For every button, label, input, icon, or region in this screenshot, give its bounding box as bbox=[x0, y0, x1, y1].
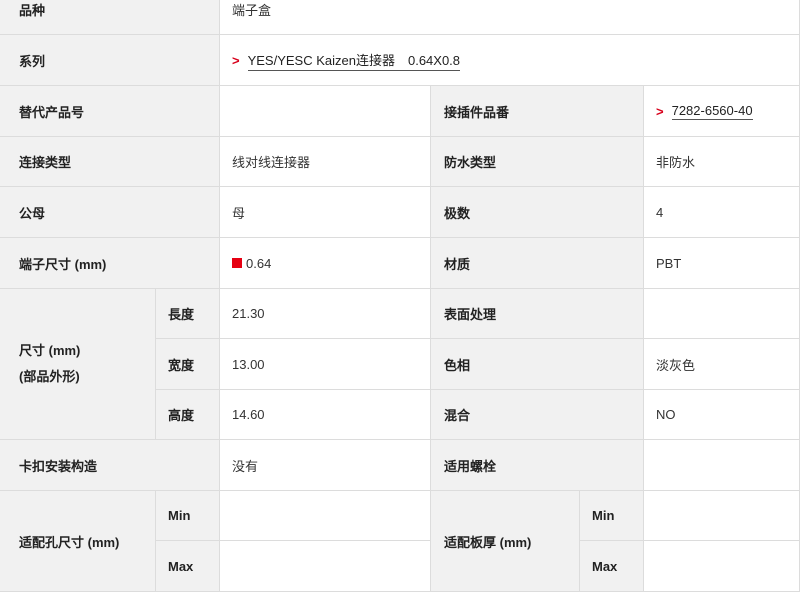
material-value-text: PBT bbox=[656, 255, 682, 271]
material-value: PBT bbox=[644, 238, 800, 289]
poles-value-text: 4 bbox=[656, 204, 664, 220]
gender-label-text: 公母 bbox=[19, 205, 46, 221]
width-label-text: 宽度 bbox=[168, 357, 195, 373]
plate-min-label-text: Min bbox=[592, 508, 615, 523]
product-type-value: 端子盒 bbox=[220, 0, 800, 35]
surface-treatment-label: 表面处理 bbox=[431, 289, 644, 339]
mixing-value-text: NO bbox=[656, 407, 676, 422]
hole-max-value bbox=[220, 541, 431, 592]
waterproof-label-text: 防水类型 bbox=[444, 155, 497, 170]
plate-max-label-text: Max bbox=[592, 558, 618, 574]
mixing-label: 混合 bbox=[431, 390, 644, 440]
product-type-value-text: 端子盒 bbox=[232, 3, 272, 18]
applicable-bolt-value bbox=[644, 440, 800, 491]
hole-size-label-text: 适配孔尺寸 (mm) bbox=[19, 534, 120, 550]
hole-min-label-text: Min bbox=[168, 508, 191, 523]
plate-max-value bbox=[644, 541, 800, 592]
gender-label: 公母 bbox=[0, 187, 220, 238]
alt-part-label: 替代产品号 bbox=[0, 86, 220, 137]
height-label: 高度 bbox=[156, 390, 220, 440]
waterproof-value: 非防水 bbox=[644, 137, 800, 187]
applicable-bolt-label-text: 适用螺栓 bbox=[444, 458, 497, 474]
gender-value-text: 母 bbox=[232, 205, 246, 221]
color-label: 色相 bbox=[431, 339, 644, 390]
waterproof-label: 防水类型 bbox=[431, 137, 644, 187]
surface-treatment-value bbox=[644, 289, 800, 339]
mating-part-link[interactable]: 7282-6560-40 bbox=[671, 103, 753, 120]
terminal-size-label-text: 端子尺寸 (mm) bbox=[19, 256, 107, 272]
dimensions-label-line1: 尺寸 (mm) bbox=[19, 343, 81, 358]
terminal-size-label: 端子尺寸 (mm) bbox=[0, 238, 220, 289]
height-label-text: 高度 bbox=[168, 408, 195, 423]
material-label-text: 材质 bbox=[444, 256, 471, 272]
mixing-label-text: 混合 bbox=[444, 408, 471, 423]
series-link[interactable]: YES/YESC Kaizen连接器 0.64X0.8 bbox=[247, 50, 461, 71]
terminal-size-value: 0.64 bbox=[220, 238, 431, 289]
height-value-text: 14.60 bbox=[232, 407, 265, 422]
mating-part-label-text: 接插件品番 bbox=[444, 104, 510, 120]
clip-mount-label-text: 卡扣安装构造 bbox=[19, 458, 98, 474]
plate-thickness-label-text: 适配板厚 (mm) bbox=[444, 534, 532, 550]
connection-type-label: 连接类型 bbox=[0, 137, 220, 187]
hole-max-label: Max bbox=[156, 541, 220, 592]
length-label-text: 長度 bbox=[168, 307, 195, 322]
width-value: 13.00 bbox=[220, 339, 431, 390]
surface-treatment-label-text: 表面处理 bbox=[444, 307, 497, 322]
product-type-label: 品种 bbox=[0, 0, 220, 35]
plate-min-label: Min bbox=[580, 491, 644, 541]
mating-part-value: > 7282-6560-40 bbox=[644, 86, 800, 137]
dimensions-label: 尺寸 (mm) (部品外形) bbox=[0, 289, 156, 440]
length-value-text: 21.30 bbox=[232, 306, 265, 321]
dimensions-label-line2: (部品外形) bbox=[19, 369, 80, 384]
material-label: 材质 bbox=[431, 238, 644, 289]
color-value: 淡灰色 bbox=[644, 339, 800, 390]
chevron-right-icon: > bbox=[656, 103, 664, 119]
plate-thickness-label: 适配板厚 (mm) bbox=[431, 491, 580, 592]
length-label: 長度 bbox=[156, 289, 220, 339]
alt-part-value bbox=[220, 86, 431, 137]
clip-mount-label: 卡扣安装构造 bbox=[0, 440, 220, 491]
hole-min-value bbox=[220, 491, 431, 541]
series-value: > YES/YESC Kaizen连接器 0.64X0.8 bbox=[220, 35, 800, 86]
alt-part-label-text: 替代产品号 bbox=[19, 104, 85, 120]
color-label-text: 色相 bbox=[444, 357, 471, 373]
connection-type-value-text: 线对线连接器 bbox=[232, 155, 311, 170]
connection-type-value: 线对线连接器 bbox=[220, 137, 431, 187]
poles-label-text: 极数 bbox=[444, 205, 471, 221]
hole-size-label: 适配孔尺寸 (mm) bbox=[0, 491, 156, 592]
series-label: 系列 bbox=[0, 35, 220, 86]
red-square-icon bbox=[232, 258, 242, 268]
height-value: 14.60 bbox=[220, 390, 431, 440]
hole-min-label: Min bbox=[156, 491, 220, 541]
spec-table: 品种 端子盒 系列 > YES/YESC Kaizen连接器 0.64X0.8 … bbox=[0, 0, 800, 592]
chevron-right-icon: > bbox=[232, 52, 240, 68]
length-value: 21.30 bbox=[220, 289, 431, 339]
mixing-value: NO bbox=[644, 390, 800, 440]
mating-part-label: 接插件品番 bbox=[431, 86, 644, 137]
width-value-text: 13.00 bbox=[232, 356, 265, 372]
clip-mount-value: 没有 bbox=[220, 440, 431, 491]
hole-max-label-text: Max bbox=[168, 558, 194, 574]
width-label: 宽度 bbox=[156, 339, 220, 390]
gender-value: 母 bbox=[220, 187, 431, 238]
series-label-text: 系列 bbox=[19, 53, 46, 69]
poles-value: 4 bbox=[644, 187, 800, 238]
clip-mount-value-text: 没有 bbox=[232, 458, 259, 474]
plate-max-label: Max bbox=[580, 541, 644, 592]
terminal-size-value-text: 0.64 bbox=[246, 255, 272, 271]
product-type-label-text: 品种 bbox=[19, 3, 46, 18]
plate-min-value bbox=[644, 491, 800, 541]
waterproof-value-text: 非防水 bbox=[656, 155, 696, 170]
applicable-bolt-label: 适用螺栓 bbox=[431, 440, 644, 491]
poles-label: 极数 bbox=[431, 187, 644, 238]
connection-type-label-text: 连接类型 bbox=[19, 155, 72, 170]
color-value-text: 淡灰色 bbox=[656, 357, 696, 373]
